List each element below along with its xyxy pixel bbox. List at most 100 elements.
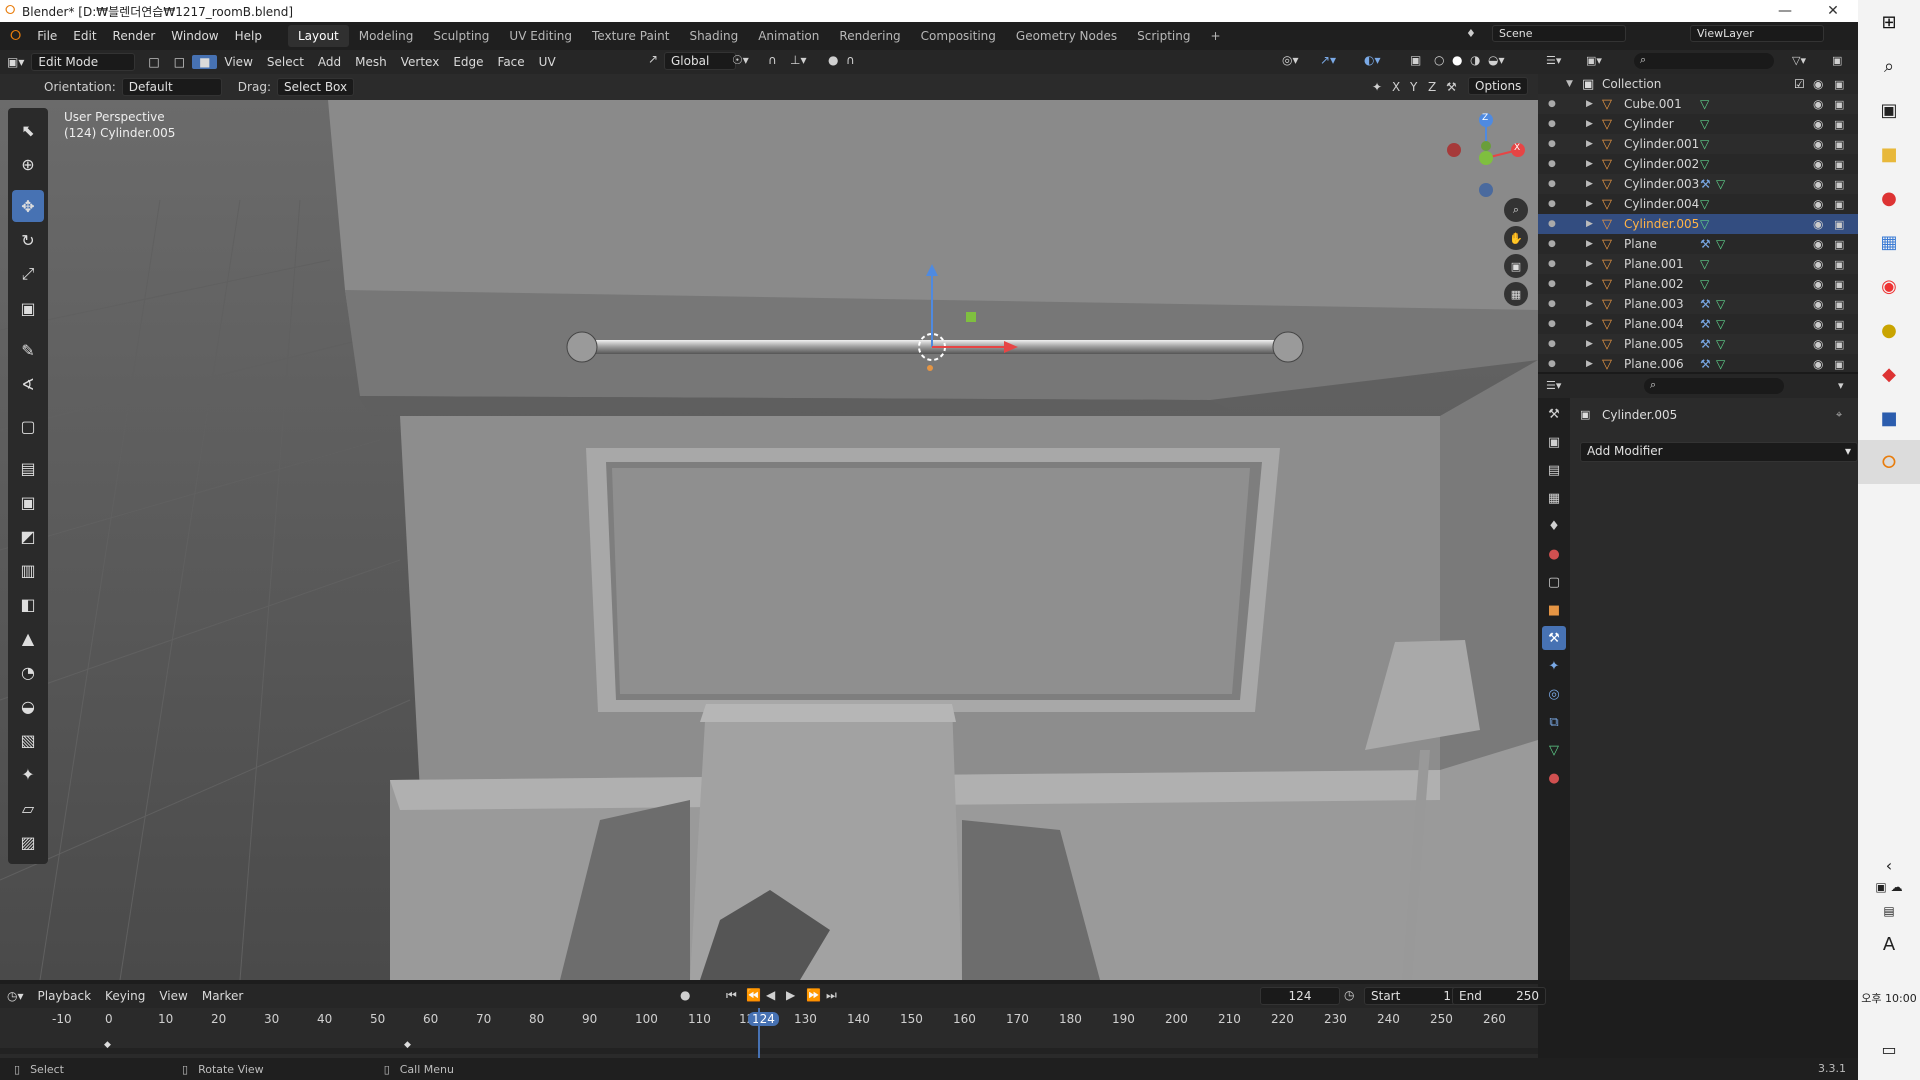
blender-taskbar-icon[interactable]: ⭘ xyxy=(1858,440,1920,484)
modifier-wrench-icon[interactable]: ⚒ xyxy=(1700,177,1711,191)
menu-help[interactable]: Help xyxy=(227,29,270,43)
edit-mode-toggle-icon[interactable]: ● xyxy=(1548,219,1556,229)
tab-geometry-nodes[interactable]: Geometry Nodes xyxy=(1006,25,1127,47)
camera-icon[interactable]: ▣ xyxy=(1834,178,1844,191)
outliner-row[interactable]: ● ▶ ▽ Plane.003 ⚒ ▽ ◉ ▣ xyxy=(1538,294,1858,314)
edit-mode-toggle-icon[interactable]: ● xyxy=(1548,99,1556,109)
filter-icon[interactable]: ▽▾ xyxy=(1792,54,1806,67)
menu-timeline-view[interactable]: View xyxy=(152,989,194,1003)
blender-menu-icon[interactable]: ⭘ xyxy=(10,28,21,44)
outliner-row[interactable]: ● ▶ ▽ Cylinder.005 ▽ ◉ ▣ xyxy=(1538,214,1858,234)
menu-marker[interactable]: Marker xyxy=(195,989,250,1003)
mode-selector[interactable]: Edit Mode xyxy=(31,53,136,71)
modifier-tab-icon[interactable]: ⚒ xyxy=(1542,626,1566,650)
edge-slide-icon[interactable]: ▧ xyxy=(12,724,44,756)
mesh-data-icon[interactable]: ▽ xyxy=(1716,357,1725,371)
perspective-toggle-icon[interactable]: ▦ xyxy=(1504,282,1528,306)
outliner-row[interactable]: ● ▶ ▽ Plane.001 ▽ ◉ ▣ xyxy=(1538,254,1858,274)
drag-selector[interactable]: Select Box xyxy=(276,78,355,96)
particles-tab-icon[interactable]: ✦ xyxy=(1542,654,1566,678)
smooth-icon[interactable]: ◒ xyxy=(12,690,44,722)
overlay-toggle-icon[interactable]: ◐▾ xyxy=(1364,53,1381,67)
edit-mode-toggle-icon[interactable]: ● xyxy=(1548,159,1556,169)
mesh-data-icon[interactable]: ▽ xyxy=(1700,117,1709,131)
modifier-wrench-icon[interactable]: ⚒ xyxy=(1700,297,1711,311)
scene-selector[interactable]: Scene xyxy=(1492,25,1626,42)
vertex-select-icon[interactable]: □ xyxy=(141,55,166,69)
mesh-data-icon[interactable]: ▽ xyxy=(1716,317,1725,331)
eye-icon[interactable]: ◉ xyxy=(1813,297,1823,311)
edit-mode-toggle-icon[interactable]: ● xyxy=(1548,259,1556,269)
expand-arrow-icon[interactable]: ▶ xyxy=(1586,279,1593,289)
orientation-selector[interactable]: Default xyxy=(121,78,222,96)
menu-add[interactable]: Add xyxy=(311,55,348,69)
edit-mode-toggle-icon[interactable]: ● xyxy=(1548,179,1556,189)
rip-region-icon[interactable]: ▨ xyxy=(12,826,44,858)
spin-icon[interactable]: ◔ xyxy=(12,656,44,688)
chrome-icon[interactable]: ● xyxy=(1858,176,1920,220)
menu-file[interactable]: File xyxy=(29,29,65,43)
menu-uv[interactable]: UV xyxy=(532,55,563,69)
transform-orientation-selector[interactable]: Global xyxy=(664,52,736,70)
proportional-edit-icon[interactable]: ● xyxy=(828,53,838,67)
pan-hand-icon[interactable]: ✋ xyxy=(1504,226,1528,250)
mesh-data-icon[interactable]: ▽ xyxy=(1700,137,1709,151)
edit-mode-toggle-icon[interactable]: ● xyxy=(1548,239,1556,249)
mesh-data-icon[interactable]: ▽ xyxy=(1716,297,1725,311)
expand-arrow-icon[interactable]: ▶ xyxy=(1586,119,1593,129)
measure-icon[interactable]: ∢ xyxy=(12,368,44,400)
xray-icon[interactable]: ▣ xyxy=(1410,53,1421,67)
tab-scripting[interactable]: Scripting xyxy=(1127,25,1200,47)
loop-cut-icon[interactable]: ▥ xyxy=(12,554,44,586)
clock[interactable]: 오후 10:00 xyxy=(1858,990,1920,1006)
mesh-data-icon[interactable]: ▽ xyxy=(1700,157,1709,171)
menu-face[interactable]: Face xyxy=(491,55,532,69)
outliner-row[interactable]: ● ▶ ▽ Plane ⚒ ▽ ◉ ▣ xyxy=(1538,234,1858,254)
camera-icon[interactable]: ▣ xyxy=(1834,358,1844,371)
snap-target-icon[interactable]: ⊥▾ xyxy=(790,53,806,67)
camera-icon[interactable]: ▣ xyxy=(1834,98,1844,111)
expand-arrow-icon[interactable]: ▶ xyxy=(1586,359,1593,369)
zoom-icon[interactable]: ⌕ xyxy=(1504,198,1528,222)
poly-build-icon[interactable]: ▲ xyxy=(12,622,44,654)
editor-type-icon[interactable]: ▣▾ xyxy=(0,55,31,69)
outliner-row[interactable]: ● ▶ ▽ Cylinder.002 ▽ ◉ ▣ xyxy=(1538,154,1858,174)
expand-arrow-icon[interactable]: ▶ xyxy=(1586,139,1593,149)
add-modifier-button[interactable]: Add Modifier ▾ xyxy=(1580,442,1858,462)
eye-icon[interactable]: ◉ xyxy=(1813,277,1823,291)
outliner-row[interactable]: ● ▶ ▽ Cylinder.001 ▽ ◉ ▣ xyxy=(1538,134,1858,154)
keyframe-marker[interactable]: ◆ xyxy=(404,1040,411,1050)
eye-icon[interactable]: ◉ xyxy=(1813,177,1823,191)
mirror-z-toggle[interactable]: Z xyxy=(1428,80,1436,94)
annotate-icon[interactable]: ✎ xyxy=(12,334,44,366)
camera-icon[interactable]: ▣ xyxy=(1834,118,1844,131)
eye-icon[interactable]: ◉ xyxy=(1813,197,1823,211)
select-box-icon[interactable]: ⬉ xyxy=(12,114,44,146)
face-select-icon[interactable]: ■ xyxy=(192,55,218,69)
topology-icon[interactable]: ⚒ xyxy=(1446,80,1457,94)
tab-sculpting[interactable]: Sculpting xyxy=(423,25,499,47)
playhead[interactable] xyxy=(758,1008,760,1058)
falloff-icon[interactable]: ∩ xyxy=(846,53,855,67)
outliner-search-input[interactable]: ⌕ xyxy=(1634,53,1774,69)
collection-row[interactable]: ▼ ▣ Collection ☑ ◉ ▣ xyxy=(1538,74,1858,94)
outliner-row[interactable]: ● ▶ ▽ Plane.006 ⚒ ▽ ◉ ▣ xyxy=(1538,354,1858,372)
edit-mode-toggle-icon[interactable]: ● xyxy=(1548,319,1556,329)
edit-mode-toggle-icon[interactable]: ● xyxy=(1548,339,1556,349)
eye-icon[interactable]: ◉ xyxy=(1813,317,1823,331)
shear-icon[interactable]: ▱ xyxy=(12,792,44,824)
tray-icons[interactable]: ▣ ☁ xyxy=(1858,880,1920,894)
camera-icon[interactable]: ▣ xyxy=(1834,158,1844,171)
new-collection-icon[interactable]: ▣ xyxy=(1832,54,1842,67)
mirror-icon[interactable]: ✦ xyxy=(1372,80,1382,94)
camera-view-icon[interactable]: ▣ xyxy=(1504,254,1528,278)
expand-arrow-icon[interactable]: ▶ xyxy=(1586,159,1593,169)
visibility-icon[interactable]: ◎▾ xyxy=(1282,53,1299,67)
pivot-icon[interactable]: ☉▾ xyxy=(732,53,749,67)
menu-select[interactable]: Select xyxy=(260,55,311,69)
eye-icon[interactable]: ◉ xyxy=(1813,117,1823,131)
current-frame-field[interactable]: 124 xyxy=(1260,987,1340,1005)
edit-mode-toggle-icon[interactable]: ● xyxy=(1548,139,1556,149)
expand-arrow-icon[interactable]: ▶ xyxy=(1586,219,1593,229)
modifier-wrench-icon[interactable]: ⚒ xyxy=(1700,337,1711,351)
